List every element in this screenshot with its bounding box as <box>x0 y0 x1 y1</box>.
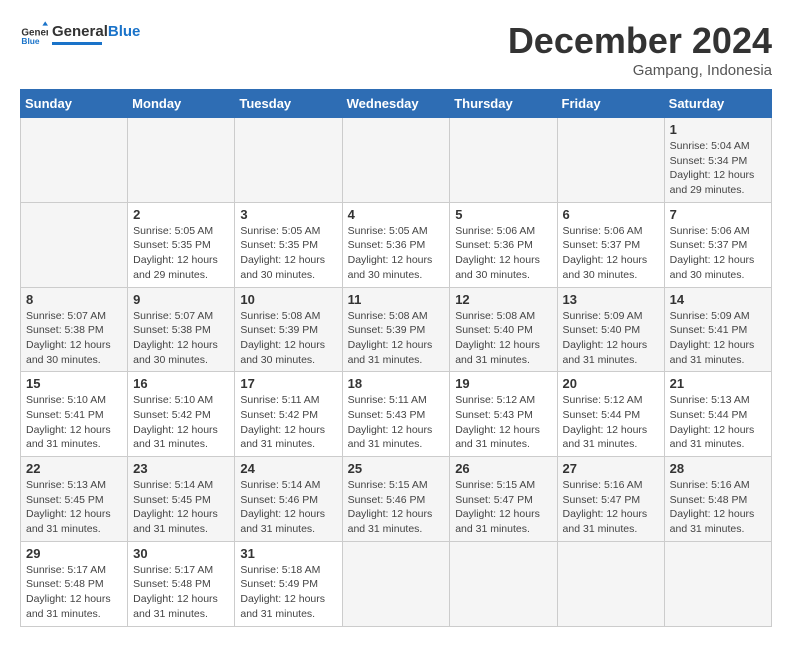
empty-cell <box>450 541 557 626</box>
page-header: General Blue GeneralBlue December 2024 G… <box>20 20 772 79</box>
calendar-day: 11Sunrise: 5:08 AMSunset: 5:39 PMDayligh… <box>342 287 450 372</box>
calendar-day: 19Sunrise: 5:12 AMSunset: 5:43 PMDayligh… <box>450 372 557 457</box>
header-day-wednesday: Wednesday <box>342 90 450 118</box>
calendar-day: 13Sunrise: 5:09 AMSunset: 5:40 PMDayligh… <box>557 287 664 372</box>
calendar-day: 27Sunrise: 5:16 AMSunset: 5:47 PMDayligh… <box>557 457 664 542</box>
calendar-week: 22Sunrise: 5:13 AMSunset: 5:45 PMDayligh… <box>21 457 772 542</box>
calendar-day: 28Sunrise: 5:16 AMSunset: 5:48 PMDayligh… <box>664 457 771 542</box>
calendar-day: 29Sunrise: 5:17 AMSunset: 5:48 PMDayligh… <box>21 541 128 626</box>
empty-cell <box>342 118 450 203</box>
empty-cell <box>664 541 771 626</box>
calendar-day: 12Sunrise: 5:08 AMSunset: 5:40 PMDayligh… <box>450 287 557 372</box>
empty-cell <box>557 541 664 626</box>
calendar-week: 29Sunrise: 5:17 AMSunset: 5:48 PMDayligh… <box>21 541 772 626</box>
calendar-day: 9Sunrise: 5:07 AMSunset: 5:38 PMDaylight… <box>128 287 235 372</box>
calendar-day: 24Sunrise: 5:14 AMSunset: 5:46 PMDayligh… <box>235 457 342 542</box>
calendar-day: 22Sunrise: 5:13 AMSunset: 5:45 PMDayligh… <box>21 457 128 542</box>
calendar-week: 15Sunrise: 5:10 AMSunset: 5:41 PMDayligh… <box>21 372 772 457</box>
header-day-friday: Friday <box>557 90 664 118</box>
calendar-day: 25Sunrise: 5:15 AMSunset: 5:46 PMDayligh… <box>342 457 450 542</box>
calendar-day: 3Sunrise: 5:05 AMSunset: 5:35 PMDaylight… <box>235 202 342 287</box>
calendar-day: 30Sunrise: 5:17 AMSunset: 5:48 PMDayligh… <box>128 541 235 626</box>
empty-cell <box>235 118 342 203</box>
calendar-day: 2Sunrise: 5:05 AMSunset: 5:35 PMDaylight… <box>128 202 235 287</box>
calendar-week: 8Sunrise: 5:07 AMSunset: 5:38 PMDaylight… <box>21 287 772 372</box>
header-day-monday: Monday <box>128 90 235 118</box>
logo-icon: General Blue <box>20 20 48 48</box>
calendar-day: 18Sunrise: 5:11 AMSunset: 5:43 PMDayligh… <box>342 372 450 457</box>
month-title: December 2024 <box>508 20 772 62</box>
calendar-day: 20Sunrise: 5:12 AMSunset: 5:44 PMDayligh… <box>557 372 664 457</box>
svg-text:Blue: Blue <box>21 36 39 46</box>
calendar-day: 8Sunrise: 5:07 AMSunset: 5:38 PMDaylight… <box>21 287 128 372</box>
title-block: December 2024 Gampang, Indonesia <box>508 20 772 79</box>
calendar-day: 10Sunrise: 5:08 AMSunset: 5:39 PMDayligh… <box>235 287 342 372</box>
calendar-day: 16Sunrise: 5:10 AMSunset: 5:42 PMDayligh… <box>128 372 235 457</box>
calendar-day: 17Sunrise: 5:11 AMSunset: 5:42 PMDayligh… <box>235 372 342 457</box>
calendar-week: 1Sunrise: 5:04 AMSunset: 5:34 PMDaylight… <box>21 118 772 203</box>
calendar-day: 5Sunrise: 5:06 AMSunset: 5:36 PMDaylight… <box>450 202 557 287</box>
calendar-day: 23Sunrise: 5:14 AMSunset: 5:45 PMDayligh… <box>128 457 235 542</box>
calendar-day: 14Sunrise: 5:09 AMSunset: 5:41 PMDayligh… <box>664 287 771 372</box>
calendar-day: 1Sunrise: 5:04 AMSunset: 5:34 PMDaylight… <box>664 118 771 203</box>
calendar-day: 31Sunrise: 5:18 AMSunset: 5:49 PMDayligh… <box>235 541 342 626</box>
empty-cell <box>21 202 128 287</box>
logo-name: GeneralBlue <box>52 23 140 41</box>
header-row: SundayMondayTuesdayWednesdayThursdayFrid… <box>21 90 772 118</box>
calendar-day: 6Sunrise: 5:06 AMSunset: 5:37 PMDaylight… <box>557 202 664 287</box>
calendar-week: 2Sunrise: 5:05 AMSunset: 5:35 PMDaylight… <box>21 202 772 287</box>
calendar-day: 26Sunrise: 5:15 AMSunset: 5:47 PMDayligh… <box>450 457 557 542</box>
empty-cell <box>128 118 235 203</box>
location: Gampang, Indonesia <box>508 62 772 79</box>
empty-cell <box>450 118 557 203</box>
logo: General Blue GeneralBlue <box>20 20 140 48</box>
calendar-day: 21Sunrise: 5:13 AMSunset: 5:44 PMDayligh… <box>664 372 771 457</box>
empty-cell <box>21 118 128 203</box>
calendar-day: 7Sunrise: 5:06 AMSunset: 5:37 PMDaylight… <box>664 202 771 287</box>
calendar-day: 15Sunrise: 5:10 AMSunset: 5:41 PMDayligh… <box>21 372 128 457</box>
calendar-table: SundayMondayTuesdayWednesdayThursdayFrid… <box>20 89 772 627</box>
header-day-saturday: Saturday <box>664 90 771 118</box>
header-day-thursday: Thursday <box>450 90 557 118</box>
header-day-tuesday: Tuesday <box>235 90 342 118</box>
calendar-day: 4Sunrise: 5:05 AMSunset: 5:36 PMDaylight… <box>342 202 450 287</box>
empty-cell <box>342 541 450 626</box>
header-day-sunday: Sunday <box>21 90 128 118</box>
empty-cell <box>557 118 664 203</box>
